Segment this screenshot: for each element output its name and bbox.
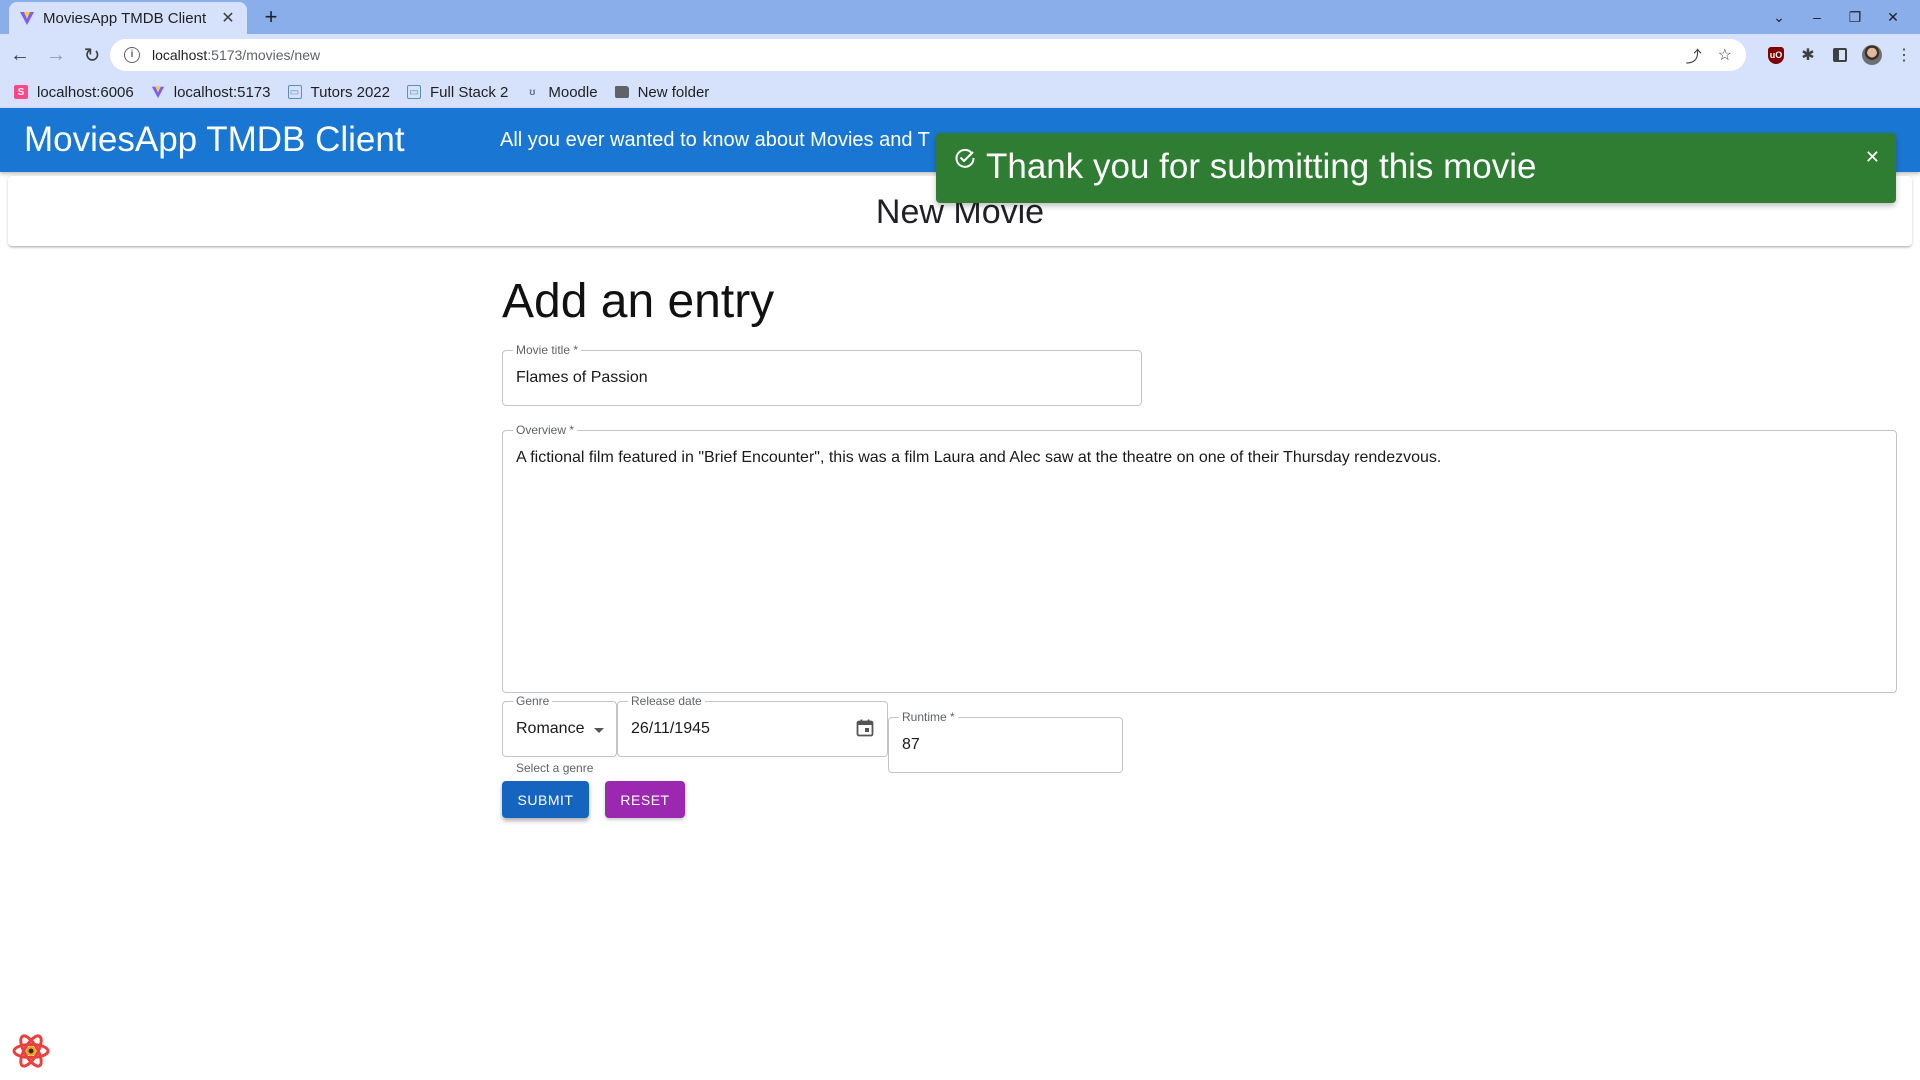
folder-icon xyxy=(614,86,629,98)
browser-toolbar: ← → ↻ i localhost:5173/movies/new ⤴ ☆ uO… xyxy=(0,34,1920,76)
calendar-icon[interactable] xyxy=(855,718,875,738)
release-date-label: Release date xyxy=(628,694,705,708)
app-tagline: All you ever wanted to know about Movies… xyxy=(500,129,930,151)
release-date-input[interactable]: 26/11/1945 xyxy=(631,720,710,738)
bookmark-star-icon[interactable]: ☆ xyxy=(1718,45,1732,65)
minimize-icon[interactable]: – xyxy=(1798,9,1836,25)
submit-button[interactable]: SUBMIT xyxy=(502,781,589,818)
genre-value[interactable]: Romance xyxy=(516,720,584,738)
bookmark-item[interactable]: ʊ Moodle xyxy=(525,84,597,101)
new-tab-button[interactable]: + xyxy=(258,4,284,30)
extensions-puzzle-icon[interactable]: ✱ xyxy=(1792,39,1824,71)
movie-title-label: Movie title * xyxy=(513,343,582,357)
genre-label: Genre xyxy=(513,694,553,708)
runtime-input[interactable]: 87 xyxy=(902,736,920,754)
profile-avatar[interactable] xyxy=(1856,39,1888,71)
moodle-icon: ʊ xyxy=(529,86,536,98)
share-icon[interactable]: ⤴ xyxy=(1686,43,1702,67)
vite-icon xyxy=(151,86,164,99)
browser-menu-icon[interactable]: ⋮ xyxy=(1888,39,1920,71)
reload-icon[interactable]: ↻ xyxy=(76,39,108,71)
tab-close-icon[interactable]: ✕ xyxy=(219,8,237,28)
browser-tab-strip: MoviesApp TMDB Client ✕ + ⌄ – ❐ ✕ xyxy=(0,0,1920,34)
success-snackbar: Thank you for submitting this movie ✕ xyxy=(936,133,1896,203)
address-bar[interactable]: i localhost:5173/movies/new ⤴ ☆ xyxy=(110,39,1746,71)
movie-title-field[interactable]: Movie title * Flames of Passion xyxy=(502,343,1142,406)
tutors-icon: ▭ xyxy=(287,85,302,99)
bookmark-folder[interactable]: New folder xyxy=(614,84,709,101)
runtime-field[interactable]: Runtime * 87 xyxy=(888,710,1123,773)
window-controls: ⌄ – ❐ ✕ xyxy=(1760,0,1912,34)
snackbar-message: Thank you for submitting this movie xyxy=(986,147,1537,186)
site-info-icon[interactable]: i xyxy=(124,47,140,63)
restore-icon[interactable]: ❐ xyxy=(1836,9,1874,26)
bookmarks-bar: S localhost:6006 localhost:5173 ▭ Tutors… xyxy=(0,76,1920,108)
bookmark-item[interactable]: localhost:5173 xyxy=(151,84,271,101)
genre-select[interactable]: Genre Romance xyxy=(502,694,617,757)
form-heading: Add an entry xyxy=(502,275,775,328)
forward-icon[interactable]: → xyxy=(40,39,72,71)
vite-icon xyxy=(20,12,34,25)
tab-search-icon[interactable]: ⌄ xyxy=(1760,9,1798,26)
extensions-area: uO ✱ ⋮ xyxy=(1760,39,1920,71)
tutors-icon: ▭ xyxy=(407,85,421,99)
storybook-icon: S xyxy=(14,85,28,99)
bookmark-item[interactable]: ▭ Full Stack 2 xyxy=(407,84,508,101)
overview-field[interactable]: Overview * A fictional film featured in … xyxy=(502,423,1897,693)
runtime-label: Runtime * xyxy=(899,710,958,724)
back-icon[interactable]: ← xyxy=(4,39,36,71)
ublock-icon[interactable]: uO xyxy=(1760,39,1792,71)
check-circle-icon xyxy=(955,148,975,168)
caret-down-icon[interactable] xyxy=(594,728,604,733)
release-date-field[interactable]: Release date 26/11/1945 xyxy=(617,694,888,757)
app-title[interactable]: MoviesApp TMDB Client xyxy=(24,120,405,160)
reset-button[interactable]: RESET xyxy=(605,781,685,818)
overview-label: Overview * xyxy=(513,423,578,437)
overview-textarea[interactable]: A fictional film featured in "Brief Enco… xyxy=(516,449,1883,467)
browser-tab[interactable]: MoviesApp TMDB Client ✕ xyxy=(9,2,247,34)
tab-title: MoviesApp TMDB Client xyxy=(43,9,207,27)
bookmark-item[interactable]: S localhost:6006 xyxy=(14,84,134,101)
url-text[interactable]: localhost:5173/movies/new xyxy=(152,47,1670,63)
close-window-icon[interactable]: ✕ xyxy=(1874,9,1912,26)
bookmark-item[interactable]: ▭ Tutors 2022 xyxy=(287,84,390,101)
genre-helper-text: Select a genre xyxy=(516,761,594,775)
react-query-devtools-icon[interactable] xyxy=(10,1030,52,1072)
close-icon[interactable]: ✕ xyxy=(1865,147,1880,168)
side-panel-icon[interactable] xyxy=(1824,39,1856,71)
movie-title-input[interactable]: Flames of Passion xyxy=(516,369,648,387)
